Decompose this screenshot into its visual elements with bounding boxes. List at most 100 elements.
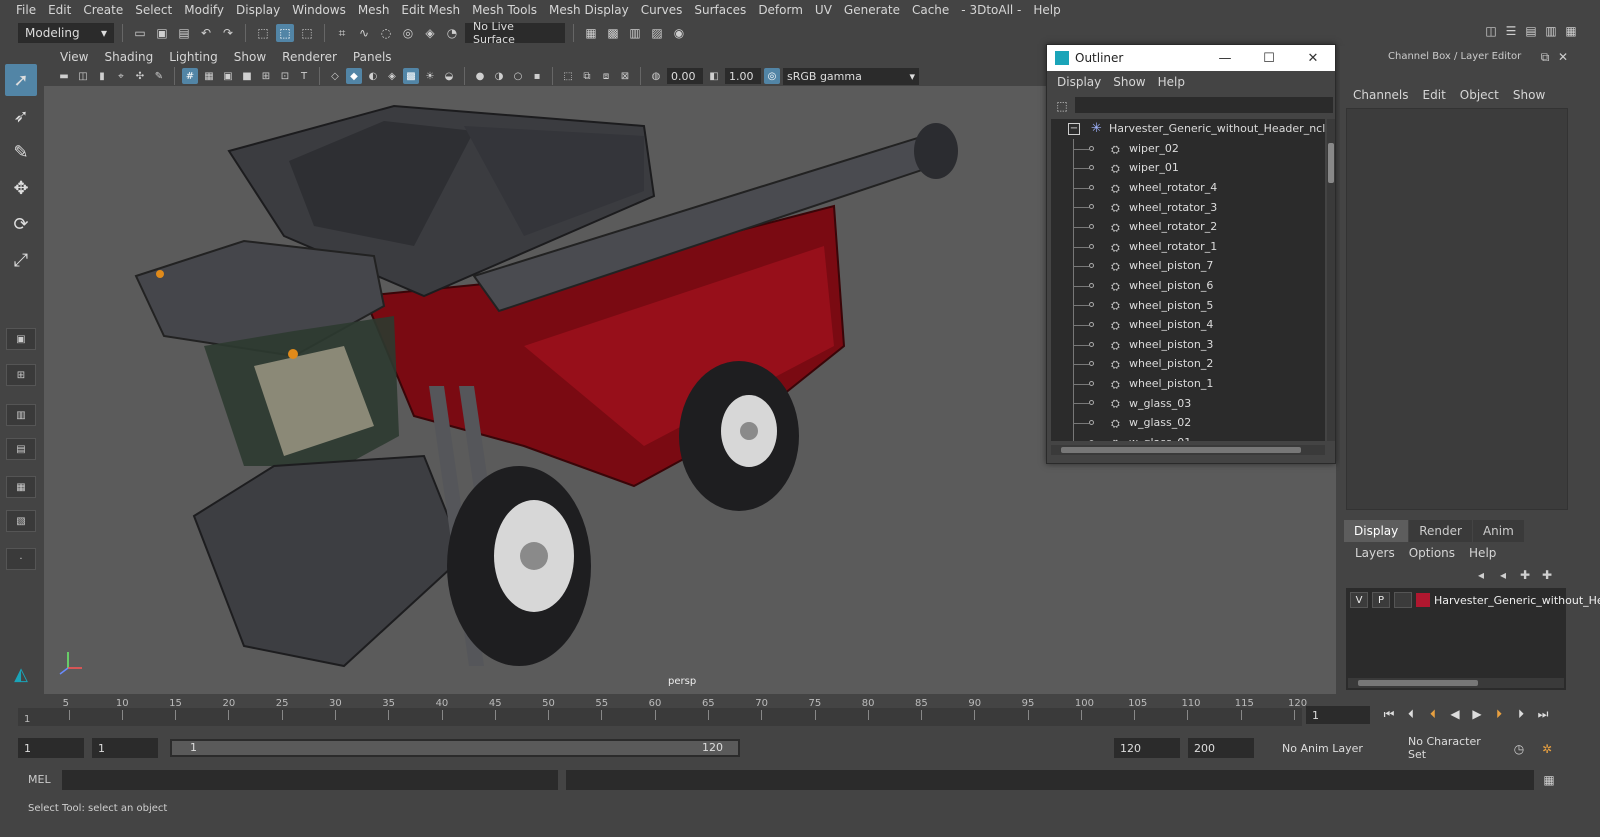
layer-color-swatch[interactable] xyxy=(1416,593,1430,607)
move-tool-icon[interactable]: ✥ xyxy=(5,172,37,204)
menu-item-17[interactable]: - 3DtoAll - xyxy=(955,3,1027,17)
select-tool-icon[interactable]: ➚ xyxy=(5,64,37,96)
ipr-render-icon[interactable]: ▥ xyxy=(626,24,644,42)
character-set-dropdown[interactable]: No Character Set xyxy=(1402,735,1502,761)
float-window-icon[interactable]: ⧉ xyxy=(1536,48,1554,66)
outliner-item[interactable]: ⛭ w_glass_01 xyxy=(1051,432,1325,441)
viewport-menu-item-0[interactable]: View xyxy=(52,50,96,64)
outliner-menu-item-1[interactable]: Show xyxy=(1107,75,1151,89)
menu-item-14[interactable]: UV xyxy=(809,3,838,17)
script-editor-icon[interactable]: ▦ xyxy=(1540,771,1558,789)
close-panel-icon[interactable]: ✕ xyxy=(1554,48,1572,66)
menu-item-7[interactable]: Mesh xyxy=(352,3,396,17)
channel-box-menu-item-0[interactable]: Channels xyxy=(1346,88,1416,102)
layer-editor-icon[interactable]: ▦ xyxy=(1562,22,1580,40)
layer-menu-item-0[interactable]: Layers xyxy=(1348,546,1402,560)
outliner-item[interactable]: ⛭ w_glass_02 xyxy=(1051,412,1325,433)
viewport-menu-item-3[interactable]: Show xyxy=(226,50,274,64)
menu-item-15[interactable]: Generate xyxy=(838,3,906,17)
snap-surface-icon[interactable]: ◈ xyxy=(421,24,439,42)
menu-item-12[interactable]: Surfaces xyxy=(688,3,752,17)
auto-key-icon[interactable]: ◷ xyxy=(1510,740,1528,758)
mel-input[interactable] xyxy=(62,770,558,790)
layer-tab-1[interactable]: Render xyxy=(1409,520,1472,542)
image-plane-icon[interactable]: ⌖ xyxy=(113,68,129,84)
select-component-icon[interactable]: ⬚ xyxy=(298,24,316,42)
animation-preferences-icon[interactable]: ✲ xyxy=(1538,740,1556,758)
outliner-menu-item-0[interactable]: Display xyxy=(1051,75,1107,89)
scale-tool-icon[interactable]: ⤢ xyxy=(5,244,37,276)
menu-item-2[interactable]: Create xyxy=(77,3,129,17)
menu-item-4[interactable]: Modify xyxy=(178,3,230,17)
save-scene-icon[interactable]: ▤ xyxy=(175,24,193,42)
three-pane-layout-icon[interactable]: ▦ xyxy=(6,476,36,498)
close-icon[interactable]: ✕ xyxy=(1291,51,1335,66)
new-layer-selected-icon[interactable]: ✚ xyxy=(1538,566,1556,584)
default-material-icon[interactable]: ◐ xyxy=(365,68,381,84)
snap-grid-icon[interactable]: ⌗ xyxy=(333,24,351,42)
attribute-editor-icon[interactable]: ☰ xyxy=(1502,22,1520,40)
menu-item-1[interactable]: Edit xyxy=(42,3,77,17)
use-all-lights-icon[interactable]: ☀ xyxy=(422,68,438,84)
color-management-icon[interactable]: ◎ xyxy=(764,68,780,84)
play-forwards-icon[interactable]: ▶ xyxy=(1468,704,1486,724)
menu-item-5[interactable]: Display xyxy=(230,3,286,17)
shadows-icon[interactable]: ◒ xyxy=(441,68,457,84)
gamma-field[interactable]: 1.00 xyxy=(725,68,761,84)
smooth-shade-icon[interactable]: ◆ xyxy=(346,68,362,84)
collapse-icon[interactable]: − xyxy=(1068,123,1080,135)
grease-pencil-icon[interactable]: ✎ xyxy=(151,68,167,84)
go-to-end-icon[interactable]: ⏭ xyxy=(1534,704,1552,724)
layer-menu-item-2[interactable]: Help xyxy=(1462,546,1503,560)
time-slider[interactable]: 1 5 10 15 20 25 30 35 40 45 50 55 60 65 70 75 80 85 90 95 10… xyxy=(18,698,1307,728)
select-object-icon[interactable]: ⬚ xyxy=(276,24,294,42)
safe-title-icon[interactable]: T xyxy=(296,68,312,84)
camera-attributes-icon[interactable]: ◫ xyxy=(75,68,91,84)
new-layer-icon[interactable]: ✚ xyxy=(1516,566,1534,584)
move-layer-down-icon[interactable]: ◂ xyxy=(1494,566,1512,584)
film-gate-icon[interactable]: ▦ xyxy=(201,68,217,84)
xray-icon[interactable]: ● xyxy=(472,68,488,84)
outliner-menu-item-2[interactable]: Help xyxy=(1152,75,1191,89)
graph-layout-icon[interactable]: ▧ xyxy=(6,510,36,532)
outliner-item[interactable]: ⛭ wheel_rotator_1 xyxy=(1051,236,1325,257)
animation-end-field[interactable]: 200 xyxy=(1188,738,1254,758)
outliner-item[interactable]: ⛭ wheel_rotator_2 xyxy=(1051,216,1325,237)
range-slider-fill[interactable] xyxy=(172,741,738,755)
menu-item-16[interactable]: Cache xyxy=(906,3,955,17)
channel-box-menu-item-3[interactable]: Show xyxy=(1506,88,1552,102)
isolate-select-icon[interactable]: ⬚ xyxy=(560,68,576,84)
modeling-toolkit-icon[interactable]: ◫ xyxy=(1482,22,1500,40)
step-back-icon[interactable]: ⏴ xyxy=(1402,704,1420,724)
outliner-item[interactable]: ⛭ wheel_piston_3 xyxy=(1051,334,1325,355)
render-view-icon[interactable]: ▦ xyxy=(582,24,600,42)
multisample-icon[interactable]: ⧉ xyxy=(579,68,595,84)
menu-set-dropdown[interactable]: Modeling ▾ xyxy=(18,23,114,43)
outliner-item[interactable]: ⛭ wheel_piston_2 xyxy=(1051,354,1325,374)
layer-row[interactable]: V P Harvester_Generic_without_Header xyxy=(1350,592,1600,608)
outliner-layout-icon[interactable]: ▤ xyxy=(6,438,36,460)
two-pane-layout-icon[interactable]: ▥ xyxy=(6,404,36,426)
menu-item-0[interactable]: File xyxy=(10,3,42,17)
motion-blur-icon[interactable]: ⊠ xyxy=(617,68,633,84)
grid-toggle-icon[interactable]: # xyxy=(182,68,198,84)
menu-item-9[interactable]: Mesh Tools xyxy=(466,3,543,17)
snap-point-icon[interactable]: ◌ xyxy=(377,24,395,42)
menu-item-3[interactable]: Select xyxy=(129,3,178,17)
snap-live-icon[interactable]: ◔ xyxy=(443,24,461,42)
outliner-item[interactable]: ⛭ wheel_piston_1 xyxy=(1051,373,1325,394)
outliner-item[interactable]: ⛭ wheel_rotator_3 xyxy=(1051,197,1325,217)
field-chart-icon[interactable]: ⊞ xyxy=(258,68,274,84)
go-to-start-icon[interactable]: ⏮ xyxy=(1380,704,1398,724)
channel-box-menu-item-2[interactable]: Object xyxy=(1453,88,1506,102)
menu-item-8[interactable]: Edit Mesh xyxy=(395,3,466,17)
maximize-icon[interactable]: ☐ xyxy=(1247,51,1291,66)
viewport-menu-item-1[interactable]: Shading xyxy=(96,50,161,64)
custom-layout-icon[interactable]: · xyxy=(6,548,36,570)
menu-item-10[interactable]: Mesh Display xyxy=(543,3,635,17)
outliner-item[interactable]: ⛭ wheel_rotator_4 xyxy=(1051,177,1325,198)
four-pane-layout-icon[interactable]: ⊞ xyxy=(6,364,36,386)
step-forward-icon[interactable]: ⏵ xyxy=(1512,704,1530,724)
layer-tab-0[interactable]: Display xyxy=(1344,520,1409,542)
layer-display-type[interactable] xyxy=(1394,592,1412,608)
